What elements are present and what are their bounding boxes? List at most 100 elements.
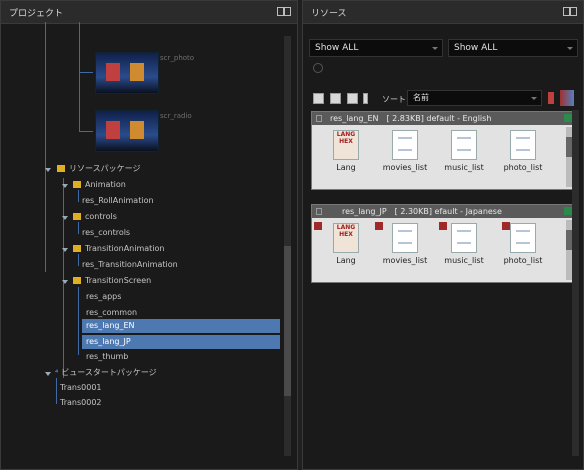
tree-line xyxy=(79,72,93,73)
expand-arrow-icon[interactable] xyxy=(45,168,51,172)
dropdown-value: Show ALL xyxy=(454,43,498,53)
expand-arrow-icon[interactable] xyxy=(62,184,68,188)
sort-label: ソート: xyxy=(382,95,409,104)
resource-item-label: music_list xyxy=(444,256,484,265)
folder-icon xyxy=(57,165,65,172)
view-large-icon[interactable] xyxy=(313,93,324,104)
tree-item-res-thumb[interactable]: res_thumb xyxy=(86,351,128,363)
scrollbar-thumb[interactable] xyxy=(284,246,291,396)
resource-item-label: music_list xyxy=(444,163,484,172)
expand-arrow-icon[interactable] xyxy=(45,372,51,376)
screen-thumbnail[interactable] xyxy=(95,110,159,152)
model-list-icon xyxy=(392,130,418,160)
tree-item-res-lang-jp[interactable]: res_lang_JP xyxy=(86,336,131,348)
view-medium-icon[interactable] xyxy=(330,93,341,104)
marker-icon xyxy=(314,222,322,230)
tree-item-res-apps[interactable]: res_apps xyxy=(86,291,121,303)
tree-item-label: controls xyxy=(85,212,117,221)
tree-line xyxy=(78,287,79,355)
folder-icon xyxy=(73,213,81,220)
view-list-icon[interactable] xyxy=(363,93,368,104)
resource-item[interactable]: movies_list xyxy=(383,221,427,279)
tree-item-trans1[interactable]: Trans0001 xyxy=(60,382,102,394)
package-icon: ⁴ xyxy=(55,368,59,377)
dropdown-value: Show ALL xyxy=(315,43,359,53)
tree-line xyxy=(78,190,79,202)
tree-item-res-transition[interactable]: res_TransitionAnimation xyxy=(82,259,178,271)
resource-group-jp: res_lang_JP [ 2.30KB] efault - Japanese … xyxy=(311,204,576,283)
tree-line xyxy=(78,254,79,266)
search-icon[interactable] xyxy=(313,63,323,73)
resource-item-label: movies_list xyxy=(382,163,428,172)
resource-group-title: res_lang_JP [ 2.30KB] efault - Japanese xyxy=(342,207,502,216)
resource-item[interactable]: photo_list xyxy=(501,128,545,186)
screen-thumbnail[interactable] xyxy=(95,52,159,94)
project-panel-title: プロジェクト xyxy=(9,9,64,19)
tree-item-label: TransitionAnimation xyxy=(85,244,165,253)
tree-item-res-lang-en[interactable]: res_lang_EN xyxy=(86,320,135,332)
resource-item[interactable]: music_list xyxy=(442,221,486,279)
resource-item[interactable]: LANG HEX Lang xyxy=(324,128,368,186)
resource-panel-titlebar: リソース xyxy=(303,1,583,24)
tree-item-view-start-package[interactable]: ⁴ ビュースタートパッケージ xyxy=(55,367,157,379)
resource-item[interactable]: movies_list xyxy=(383,128,427,186)
sort-dropdown[interactable]: 名前 xyxy=(407,90,542,106)
project-scrollbar[interactable] xyxy=(284,36,291,456)
tree-item-res-roll[interactable]: res_RollAnimation xyxy=(82,195,154,207)
tree-item-res-common[interactable]: res_common xyxy=(86,307,137,319)
collapse-toggle-icon[interactable] xyxy=(316,208,322,215)
tree-item-label: res_TransitionAnimation xyxy=(82,260,178,269)
tree-item-controls[interactable]: controls xyxy=(73,211,117,223)
tree-item-label: ビュースタートパッケージ xyxy=(61,368,157,377)
folder-icon xyxy=(73,277,81,284)
tree-line xyxy=(45,22,46,272)
panel-dock-icon[interactable] xyxy=(563,7,577,16)
resource-item[interactable]: LANG HEX Lang xyxy=(324,221,368,279)
tree-item-resource-package[interactable]: リソースパッケージ xyxy=(57,163,140,175)
lang-file-icon: LANG HEX xyxy=(333,223,359,253)
resource-item-label: photo_list xyxy=(503,256,543,265)
resource-item[interactable]: photo_list xyxy=(501,221,545,279)
folder-icon xyxy=(73,181,81,188)
expand-arrow-icon[interactable] xyxy=(62,280,68,284)
resource-item-label: Lang xyxy=(336,163,356,172)
status-check-icon xyxy=(564,207,572,215)
view-small-icon[interactable] xyxy=(347,93,358,104)
filter-dropdown-2[interactable]: Show ALL xyxy=(448,39,578,57)
thumbnail-caption: scr_photo xyxy=(160,54,195,62)
sort-direction-icon[interactable] xyxy=(560,90,574,106)
model-list-icon xyxy=(510,130,536,160)
thumbnail-caption: scr_radio xyxy=(160,112,192,120)
tree-item-label: res_controls xyxy=(82,228,131,237)
tree-item-animation[interactable]: Animation xyxy=(73,179,126,191)
tree-line xyxy=(79,131,93,132)
dropdown-value: 名前 xyxy=(413,93,429,102)
collapse-toggle-icon[interactable] xyxy=(316,115,322,122)
panel-dock-icon[interactable] xyxy=(277,7,291,16)
resource-item[interactable]: music_list xyxy=(442,128,486,186)
tree-item-label: Animation xyxy=(85,180,126,189)
project-panel-titlebar: プロジェクト xyxy=(1,1,297,24)
model-list-icon xyxy=(451,130,477,160)
lang-file-icon: LANG HEX xyxy=(333,130,359,160)
tree-item-label: res_RollAnimation xyxy=(82,196,154,205)
tree-line xyxy=(79,22,80,132)
resource-scrollbar[interactable] xyxy=(572,110,579,456)
chevron-down-icon xyxy=(531,97,537,100)
resource-group-header[interactable]: res_lang_JP [ 2.30KB] efault - Japanese xyxy=(312,205,575,218)
resource-item-label: photo_list xyxy=(503,163,543,172)
tree-item-transition-animation[interactable]: TransitionAnimation xyxy=(73,243,164,255)
resource-item-label: Lang xyxy=(336,256,356,265)
filter-dropdown-1[interactable]: Show ALL xyxy=(309,39,443,57)
sort-order-icon[interactable] xyxy=(548,92,554,104)
expand-arrow-icon[interactable] xyxy=(62,216,68,220)
tree-item-label: TransitionScreen xyxy=(85,276,152,285)
model-list-icon xyxy=(392,223,418,253)
resource-group-header[interactable]: res_lang_EN [ 2.83KB] default - English xyxy=(312,112,575,125)
tree-item-trans2[interactable]: Trans0002 xyxy=(60,397,102,409)
model-list-icon xyxy=(451,223,477,253)
tree-line xyxy=(56,378,57,404)
tree-item-res-controls[interactable]: res_controls xyxy=(82,227,130,239)
tree-item-transition-screen[interactable]: TransitionScreen xyxy=(73,275,151,287)
expand-arrow-icon[interactable] xyxy=(62,248,68,252)
